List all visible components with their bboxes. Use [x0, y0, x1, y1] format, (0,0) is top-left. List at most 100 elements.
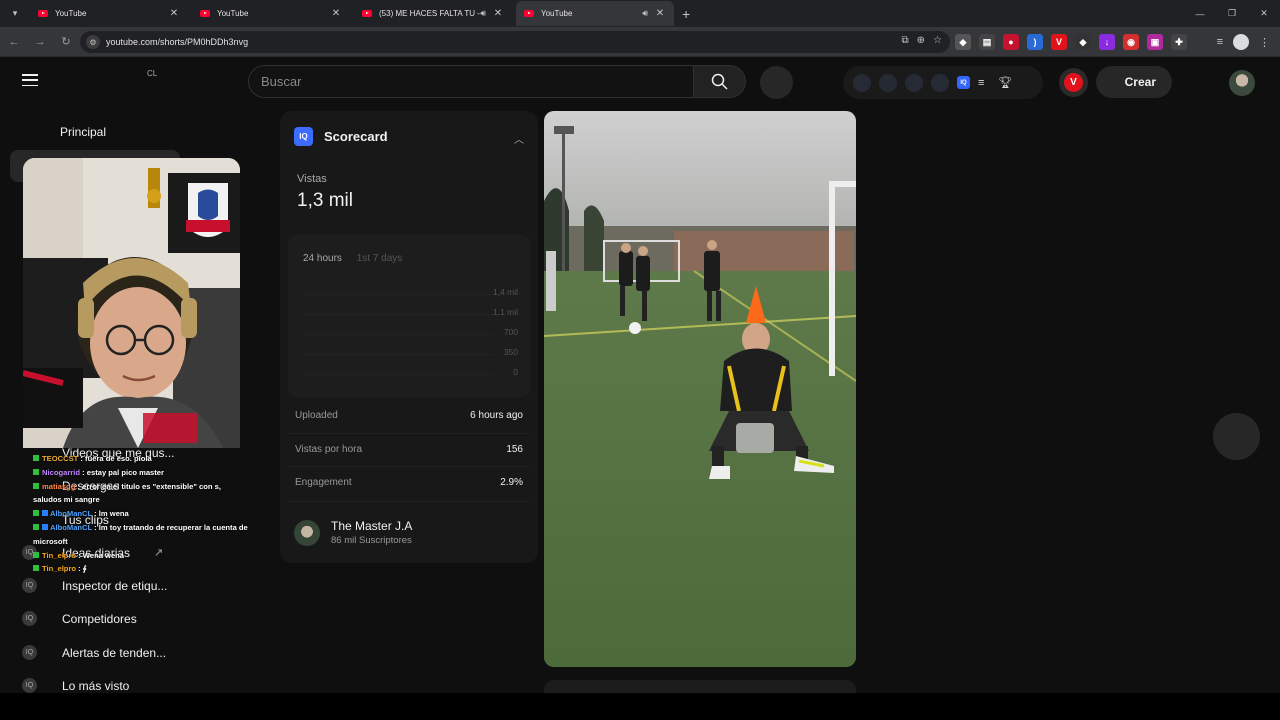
back-icon[interactable]: ← [2, 30, 26, 54]
stat-row-value: 2.9% [500, 477, 523, 488]
views-chart: 24 hours 1st 7 days 1,4 mil 1,1 mil 700 … [288, 235, 530, 397]
pin-extension-icon[interactable]: ◉ [1123, 34, 1139, 50]
address-bar[interactable]: ⚙ youtube.com/shorts/PM0hDDh3nvg ⧉ ⊕ ☆ [80, 31, 950, 53]
reading-list-icon[interactable]: ≡ [1217, 36, 1223, 48]
browser-tab-4[interactable]: YouTube 🔊︎ ✕ [516, 1, 674, 26]
shield-extension-icon[interactable]: ◆ [955, 34, 971, 50]
vidiq-header-toolbar: IQ ≡ 🏆︎ [843, 66, 1043, 99]
divider [288, 433, 530, 434]
shorts-video-player[interactable] [544, 111, 856, 667]
sidebar-item-competitors[interactable]: IQ Competidores [22, 611, 137, 626]
chat-message: matiasgg : error en el titulo es "extens… [33, 481, 221, 505]
browser-tab-3[interactable]: (53) ME HACES FALTA TU - 🔊︎ ✕ [354, 1, 512, 26]
download-extension-icon[interactable]: ↓ [1099, 34, 1115, 50]
speaker-icon[interactable]: 🔊︎ [642, 8, 648, 19]
bookmark-star-icon[interactable]: ☆ [933, 35, 942, 46]
close-window-icon[interactable]: ✕ [1248, 0, 1280, 27]
kebab-menu-icon[interactable]: ⋮ [1259, 36, 1270, 49]
chat-message: Tin_elpro : ∮ [33, 562, 248, 576]
window-controls: — ❐ ✕ [1184, 0, 1280, 27]
minimize-icon[interactable]: — [1184, 0, 1216, 27]
scorecard-header[interactable]: IQ Scorecard [294, 127, 388, 146]
zoom-icon[interactable]: ⊕ [917, 35, 925, 46]
close-tab-icon[interactable]: ✕ [492, 8, 504, 19]
channel-avatar[interactable] [294, 519, 320, 546]
omnibox-actions: ⧉ ⊕ ☆ [902, 35, 943, 46]
browser-tabstrip: ▾ YouTube ✕ YouTube ✕ (53) ME HACES FALT… [0, 0, 1280, 27]
speaker-icon[interactable]: 🔊︎ [480, 8, 486, 19]
tab-24-hours[interactable]: 24 hours [303, 253, 342, 264]
channel-name[interactable]: The Master J.A [331, 519, 412, 533]
sidebar-item-trend-alerts[interactable]: IQ Alertas de tenden... [22, 645, 166, 660]
stat-row-label: Vistas por hora [295, 444, 363, 455]
sidebar-item-label: Alertas de tenden... [62, 645, 167, 660]
close-tab-icon[interactable]: ✕ [330, 8, 342, 19]
reload-icon[interactable]: ↻ [54, 30, 78, 54]
list-icon[interactable]: ≡ [978, 77, 984, 89]
close-tab-icon[interactable]: ✕ [654, 8, 666, 19]
divider [288, 466, 530, 467]
vidiq-placeholder-icon[interactable] [853, 73, 871, 92]
chat-message: AlboManCL : lm toy tratando de recuperar… [33, 522, 248, 546]
search-box [248, 65, 694, 98]
search-input[interactable] [261, 74, 693, 89]
chevron-up-icon[interactable]: ︿ [514, 131, 524, 146]
new-tab-icon[interactable]: + [682, 6, 690, 22]
diamond-extension-icon[interactable]: ◆ [1075, 34, 1091, 50]
vidiq-placeholder-icon[interactable] [905, 73, 923, 92]
vidiq-button[interactable]: V [1059, 68, 1088, 97]
tab-search-icon[interactable]: ▾ [4, 3, 26, 25]
next-video-button[interactable] [1213, 413, 1260, 460]
views-label: Vistas [297, 173, 327, 185]
restore-icon[interactable]: ❐ [1216, 0, 1248, 27]
vidiq-extension-icon[interactable]: V [1051, 34, 1067, 50]
create-button[interactable]: Crear [1096, 66, 1172, 98]
tab-title: YouTube [541, 9, 573, 18]
hamburger-menu-icon[interactable] [22, 74, 38, 86]
user-avatar[interactable] [1229, 70, 1255, 96]
chat-message: Nicogarrid : estay pal pico master [33, 466, 248, 480]
site-info-icon[interactable]: ⚙ [86, 35, 100, 49]
sidebar-item-most-viewed[interactable]: IQ Lo más visto [22, 678, 129, 693]
voice-search-button[interactable] [760, 66, 793, 99]
tab-first-7-days[interactable]: 1st 7 days [357, 253, 403, 264]
vidiq-logo-icon[interactable]: IQ [957, 76, 970, 89]
chart-gridline [304, 354, 494, 355]
chat-message: TEOCCST : fuera de eso. piola [33, 452, 248, 466]
browser-tab-1[interactable]: YouTube ✕ [30, 1, 188, 26]
y-tick-label: 350 [503, 347, 518, 357]
youtube-favicon-icon [362, 10, 372, 17]
divider [288, 501, 530, 502]
chart-gridline [304, 314, 494, 315]
browser-tab-2[interactable]: YouTube ✕ [192, 1, 350, 26]
close-tab-icon[interactable]: ✕ [168, 8, 180, 19]
search-button[interactable] [693, 65, 746, 98]
sidebar-section-principal[interactable]: Principal [60, 125, 106, 139]
create-label: Crear [1124, 75, 1156, 89]
youtube-favicon-icon [38, 10, 48, 17]
vidiq-icon: IQ [22, 678, 37, 693]
chat-message: AlboManCL : lm wena [33, 507, 248, 521]
vidiq-placeholder-icon[interactable] [931, 73, 949, 92]
profile-icon[interactable] [1233, 34, 1249, 50]
stat-row-views-per-hour: Vistas por hora 156 [295, 444, 523, 455]
y-tick-label: 0 [513, 367, 518, 377]
webcam-feed-image [23, 158, 240, 448]
y-tick-label: 1,4 mil [492, 287, 518, 297]
extensions-bar: ◆ ▤ ● ) V ◆ ↓ ◉ ▣ ✚ [955, 27, 1187, 57]
red-extension-icon[interactable]: ● [1003, 34, 1019, 50]
trophy-icon[interactable]: 🏆︎ [998, 76, 1012, 89]
reader-extension-icon[interactable]: ▤ [979, 34, 995, 50]
translate-extension-icon[interactable]: ) [1027, 34, 1043, 50]
vidiq-icon: IQ [22, 611, 37, 626]
youtube-favicon-icon [200, 10, 210, 17]
puzzle-extensions-icon[interactable]: ✚ [1171, 34, 1187, 50]
vidiq-placeholder-icon[interactable] [879, 73, 897, 92]
y-tick-label: 1,1 mil [492, 307, 518, 317]
forward-icon[interactable]: → [28, 30, 52, 54]
tag-extension-icon[interactable]: ▣ [1147, 34, 1163, 50]
chart-gridline [304, 334, 494, 335]
cast-icon[interactable]: ⧉ [902, 35, 909, 46]
sidebar-item-tag-inspector[interactable]: IQ Inspector de etiqu... [22, 578, 167, 593]
channel-info[interactable]: The Master J.A 86 mil Suscriptores [294, 519, 412, 546]
